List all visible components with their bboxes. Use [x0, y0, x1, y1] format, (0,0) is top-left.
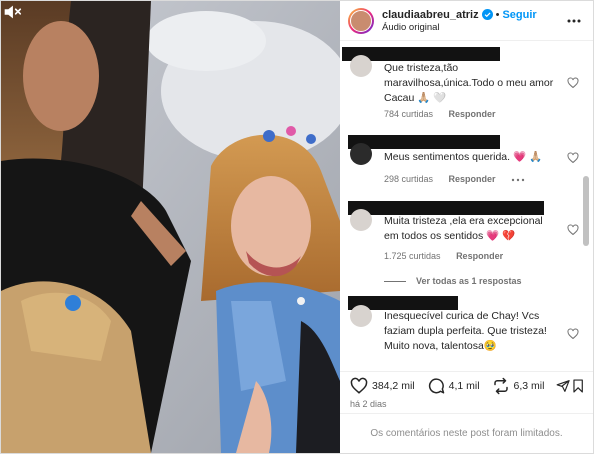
comment-meta: 1.725 curtidas Responder	[384, 251, 516, 261]
comment-likes[interactable]: 784 curtidas	[384, 109, 433, 119]
like-comment-icon[interactable]	[567, 152, 579, 164]
heart-icon	[350, 377, 368, 394]
reply-button[interactable]: Responder	[449, 109, 496, 119]
view-replies-label: Ver todas as 1 respostas	[416, 276, 522, 286]
reel-video[interactable]	[1, 1, 340, 453]
comments-scrollbar[interactable]	[583, 176, 589, 246]
more-options-button[interactable]	[565, 12, 583, 30]
post-date[interactable]: há 2 dias	[340, 399, 593, 413]
comment-text: Meus sentimentos querida. 💗 🙏🏼	[384, 151, 543, 163]
like-action[interactable]: 384,2 mil	[350, 377, 415, 395]
commenter-avatar[interactable]	[350, 143, 372, 165]
comment-text: Que tristeza,tão maravilhosa,única.Todo …	[384, 62, 554, 104]
separator-dot: •	[495, 8, 500, 21]
repost-icon	[493, 377, 508, 394]
post-modal: claudiaabreu_atriz • Seguir Áudio origin…	[0, 0, 594, 454]
more-horizontal-icon	[567, 19, 581, 22]
post-header: claudiaabreu_atriz • Seguir Áudio origin…	[340, 1, 593, 41]
share-count: 6,3 mil	[513, 379, 545, 392]
comments-limited-notice: Os comentários neste post foram limitado…	[340, 413, 593, 453]
comments-list[interactable]: Que tristeza,tão maravilhosa,única.Todo …	[340, 41, 593, 371]
mute-icon[interactable]	[1, 1, 23, 23]
view-replies-button[interactable]: Ver todas as 1 respostas	[384, 276, 522, 286]
original-audio-link[interactable]: Áudio original	[382, 22, 565, 33]
post-actions-bar: 384,2 mil 4,1 mil 6,3 mil	[340, 371, 593, 399]
send-icon[interactable]	[556, 378, 571, 394]
redacted-username	[348, 135, 500, 149]
comment-action[interactable]: 4,1 mil	[427, 377, 480, 395]
comment-item: Meus sentimentos querida. 💗 🙏🏼 298 curti…	[340, 131, 593, 191]
comment-item: Que tristeza,tão maravilhosa,única.Todo …	[340, 41, 593, 131]
commenter-avatar[interactable]	[350, 209, 372, 231]
repost-action[interactable]: 6,3 mil	[492, 377, 545, 395]
like-count: 384,2 mil	[372, 379, 415, 392]
commenter-avatar[interactable]	[350, 55, 372, 77]
like-comment-icon[interactable]	[567, 77, 579, 89]
comment-text: Inesquecível curica de Chay! Vcs faziam …	[384, 310, 547, 352]
comment-text: Muita tristeza ,ela era excepcional em t…	[384, 215, 543, 242]
comment-meta: 298 curtidas Responder	[384, 174, 525, 184]
follow-button[interactable]: Seguir	[502, 9, 536, 21]
author-username[interactable]: claudiaabreu_atriz	[382, 9, 479, 21]
reply-button[interactable]: Responder	[449, 174, 496, 184]
comment-item: Inesquecível curica de Chay! Vcs faziam …	[340, 291, 593, 361]
video-frame	[1, 1, 340, 453]
reply-button[interactable]: Responder	[456, 251, 503, 261]
commenter-avatar[interactable]	[350, 305, 372, 327]
comment-likes[interactable]: 298 curtidas	[384, 174, 433, 184]
replies-divider	[384, 280, 406, 282]
comment-item: Muita tristeza ,ela era excepcional em t…	[340, 191, 593, 291]
post-side-panel: claudiaabreu_atriz • Seguir Áudio origin…	[340, 1, 593, 453]
comment-bubble-icon	[428, 377, 444, 393]
like-comment-icon[interactable]	[567, 224, 579, 236]
comment-count: 4,1 mil	[448, 379, 480, 392]
comment-meta: 784 curtidas Responder	[384, 109, 509, 119]
verified-badge-icon	[481, 9, 493, 20]
bookmark-icon[interactable]	[571, 378, 585, 394]
redacted-username	[348, 201, 544, 215]
comment-likes[interactable]: 1.725 curtidas	[384, 251, 441, 261]
like-comment-icon[interactable]	[567, 328, 579, 340]
comment-options-icon[interactable]	[511, 178, 525, 182]
author-avatar[interactable]	[348, 7, 374, 34]
